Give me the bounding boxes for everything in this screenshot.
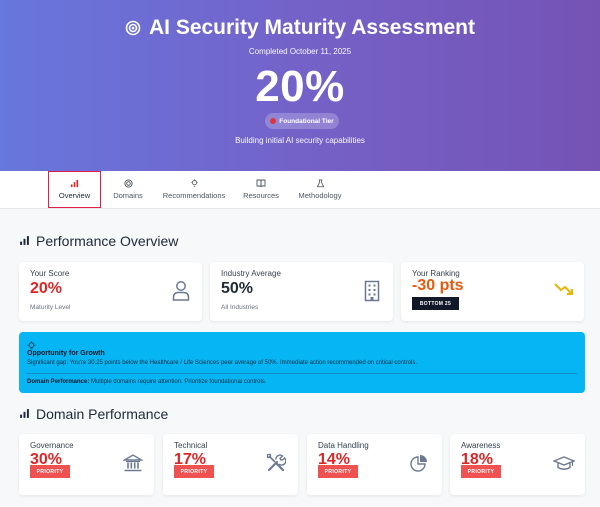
priority-badge: PRIORITY xyxy=(318,465,358,478)
card-label: Industry Average xyxy=(221,269,281,278)
card-value: 20% xyxy=(30,280,63,297)
ranking-card: Your Ranking -30 pts BOTTOM 25 xyxy=(401,262,584,321)
tab-resources[interactable]: Resources xyxy=(240,171,282,208)
tab-domains[interactable]: Domains xyxy=(108,171,148,208)
tab-label: Resources xyxy=(243,191,279,200)
pie-chart-icon xyxy=(410,454,428,477)
alert-divider xyxy=(27,373,577,374)
tab-label: Recommendations xyxy=(162,191,226,200)
priority-badge: PRIORITY xyxy=(30,465,70,478)
alert-title: Opportunity for Growth xyxy=(27,350,105,357)
target-icon xyxy=(123,179,133,188)
alert-footer-text: Multiple domains require attention. Prio… xyxy=(89,379,267,385)
domain-card-governance: Governance 30% PRIORITY xyxy=(19,434,154,495)
tab-recommendations[interactable]: Recommendations xyxy=(160,171,228,208)
tab-label: Overview xyxy=(58,191,91,200)
domain-card-technical: Technical 17% PRIORITY xyxy=(163,434,298,495)
domain-card-data-handling: Data Handling 14% PRIORITY xyxy=(307,434,442,495)
card-label: Data Handling xyxy=(318,441,369,450)
section-title-domains: Domain Performance xyxy=(19,406,168,422)
completion-date: Completed October 11, 2025 xyxy=(248,47,352,56)
card-label: Technical xyxy=(174,441,208,450)
card-value: -30 pts xyxy=(412,277,464,294)
domain-card-awareness: Awareness 18% PRIORITY xyxy=(450,434,585,495)
tools-icon xyxy=(266,453,287,478)
user-icon xyxy=(172,280,190,307)
target-icon xyxy=(125,20,141,36)
tab-label: Domains xyxy=(113,191,143,200)
book-icon xyxy=(256,179,266,188)
score-card: Your Score 20% Maturity Level xyxy=(19,262,202,321)
card-label: Your Score xyxy=(30,269,70,278)
growth-alert: Opportunity for Growth Significant gap: … xyxy=(19,332,585,393)
section-title-text: Performance Overview xyxy=(36,233,179,249)
tab-overview[interactable]: Overview xyxy=(48,171,101,208)
section-title-performance: Performance Overview xyxy=(19,233,178,249)
card-label: Governance xyxy=(30,441,74,450)
tier-badge: Foundational Tier xyxy=(265,113,339,129)
section-title-text: Domain Performance xyxy=(36,406,169,422)
bar-chart-icon xyxy=(70,179,79,188)
priority-badge: PRIORITY xyxy=(174,465,214,478)
tab-label: Methodology xyxy=(298,191,342,200)
bar-chart-icon xyxy=(19,233,30,249)
hero-title-text: AI Security Maturity Assessment xyxy=(148,16,475,39)
tab-methodology[interactable]: Methodology xyxy=(294,171,346,208)
institution-icon xyxy=(121,453,145,478)
card-label: Awareness xyxy=(461,441,501,450)
card-sub: All Industries xyxy=(221,304,259,311)
building-icon xyxy=(364,280,380,307)
overall-score: 20% xyxy=(255,62,345,111)
hero-subtitle: Building initial AI security capabilitie… xyxy=(235,136,365,145)
lightbulb-icon xyxy=(190,179,199,188)
ranking-badge: BOTTOM 25 xyxy=(412,297,459,310)
card-sub: Maturity Level xyxy=(30,304,71,311)
flask-icon xyxy=(316,179,325,188)
trending-down-icon xyxy=(554,282,574,301)
graduation-cap-icon xyxy=(552,456,576,477)
priority-badge: PRIORITY xyxy=(461,465,501,478)
tab-bar: Overview Domains Recommendations Resourc… xyxy=(0,171,600,209)
alert-footer: Domain Performance: Multiple domains req… xyxy=(27,379,266,385)
tier-label: Foundational Tier xyxy=(279,117,334,125)
tier-dot-icon xyxy=(270,118,277,124)
page-title: AI Security Maturity Assessment xyxy=(0,16,600,40)
alert-footer-label: Domain Performance: xyxy=(27,379,90,385)
hero-banner: AI Security Maturity Assessment Complete… xyxy=(0,0,600,171)
alert-text: Significant gap: You're 30.25 points bel… xyxy=(27,360,418,366)
industry-average-card: Industry Average 50% All Industries xyxy=(210,262,393,321)
card-value: 50% xyxy=(221,280,254,297)
bar-chart-icon xyxy=(19,406,30,422)
